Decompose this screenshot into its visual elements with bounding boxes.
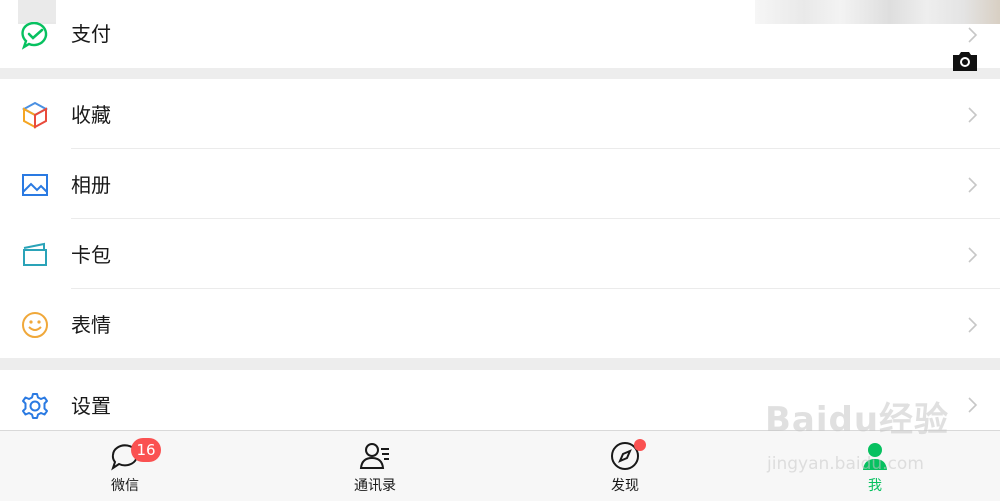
chevron-right-icon xyxy=(968,247,978,263)
favorites-cube-icon xyxy=(21,101,49,129)
menu-item-cards[interactable]: 卡包 xyxy=(0,219,1000,289)
notification-dot xyxy=(634,439,646,451)
photo-album-icon xyxy=(22,174,48,196)
menu-item-label: 支付 xyxy=(71,22,111,46)
tab-label: 通讯录 xyxy=(354,478,396,494)
menu-item-label: 表情 xyxy=(71,313,111,337)
camera-icon[interactable] xyxy=(951,49,979,73)
menu-group: 收藏 相册 卡包 表情 xyxy=(0,79,1000,358)
card-wallet-icon xyxy=(23,242,47,266)
menu-item-label: 收藏 xyxy=(71,103,111,127)
chevron-right-icon xyxy=(968,317,978,333)
tab-discover[interactable]: 发现 xyxy=(500,431,750,501)
menu-item-label: 相册 xyxy=(71,173,111,197)
chevron-right-icon xyxy=(968,107,978,123)
watermark-brand: Baidu经验 xyxy=(765,400,950,440)
wechat-pay-icon xyxy=(21,21,48,50)
gear-icon xyxy=(22,393,48,419)
menu-item-favorites[interactable]: 收藏 xyxy=(0,79,1000,149)
watermark-url: jingyan.baidu.com xyxy=(767,454,924,474)
tab-label: 微信 xyxy=(111,478,139,494)
smiley-icon xyxy=(22,312,48,338)
chevron-right-icon xyxy=(968,177,978,193)
menu-item-label: 卡包 xyxy=(71,243,111,267)
tab-contacts[interactable]: 通讯录 xyxy=(250,431,500,501)
menu-item-label: 设置 xyxy=(71,394,111,418)
contacts-icon xyxy=(359,443,389,469)
blurred-status-left-overlay xyxy=(18,0,56,22)
menu-item-album[interactable]: 相册 xyxy=(0,149,1000,219)
baidu-jingyan-watermark: Baidu经验 jingyan.baidu.com xyxy=(765,388,995,488)
unread-badge: 16 xyxy=(131,438,161,462)
tab-label: 发现 xyxy=(611,478,639,494)
chevron-right-icon xyxy=(968,27,978,43)
menu-item-stickers[interactable]: 表情 xyxy=(0,289,1000,358)
tab-chats[interactable]: 16 微信 xyxy=(0,431,250,501)
blurred-status-right-overlay xyxy=(755,0,1000,24)
